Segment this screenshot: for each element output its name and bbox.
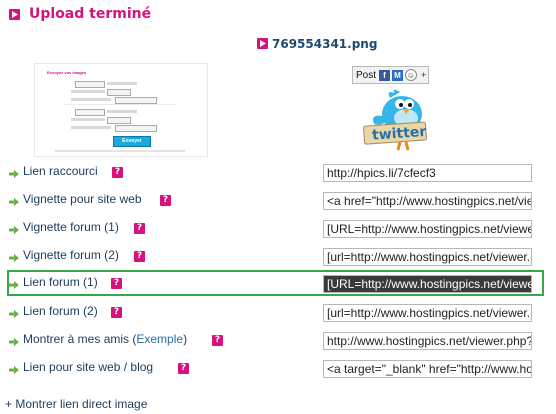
arrow-icon	[9, 338, 19, 346]
help-icon[interactable]: ?	[111, 307, 122, 318]
file-name[interactable]: 769554341.png	[272, 37, 377, 51]
thumbnail-send-button: Envoyer	[113, 136, 151, 147]
post-button[interactable]: Post	[353, 70, 379, 81]
row-label-forum-thumbnail-1: Vignette forum (1)	[23, 220, 119, 234]
image-thumbnail[interactable]: Envoyez vos images Envoyer	[34, 63, 208, 157]
help-icon[interactable]: ?	[134, 223, 145, 234]
show-direct-link[interactable]: + Montrer lien direct image	[5, 397, 147, 411]
help-icon[interactable]: ?	[212, 335, 223, 346]
row-label-forum-thumbnail-2: Vignette forum (2)	[23, 248, 119, 262]
arrow-icon	[9, 281, 19, 289]
header-bullet-icon	[9, 9, 20, 20]
show-friends-field[interactable]: http://www.hostingpics.net/viewer.php?id…	[323, 332, 532, 350]
thumbnail-browse-box	[75, 81, 105, 88]
help-icon[interactable]: ?	[112, 167, 123, 178]
help-icon[interactable]: ?	[134, 251, 145, 262]
row-label-show-friends: Montrer à mes amis (Exemple)	[23, 332, 187, 346]
row-label-website-blog: Lien pour site web / blog	[23, 360, 154, 374]
row-label-forum-link-1: Lien forum (1)	[23, 275, 98, 289]
help-icon[interactable]: ?	[111, 278, 122, 289]
row-label-website-thumbnail: Vignette pour site web	[23, 192, 142, 206]
example-link[interactable]: Exemple	[136, 332, 183, 346]
forum-thumbnail-1-field[interactable]: [URL=http://www.hostingpics.net/viewer.p…	[323, 220, 532, 238]
page-title: Upload terminé	[29, 6, 152, 22]
row-label-forum-link-2: Lien forum (2)	[23, 304, 98, 318]
twitter-bird-icon[interactable]: twitter	[360, 84, 432, 156]
help-icon[interactable]: ?	[160, 195, 171, 206]
paren-close: )	[183, 332, 188, 346]
short-link-field[interactable]: http://hpics.li/7cfecf3	[323, 164, 532, 182]
arrow-icon	[9, 198, 19, 206]
file-bullet-icon	[257, 38, 268, 49]
show-friends-label: Montrer à mes amis	[23, 332, 130, 346]
website-blog-field[interactable]: <a target="_blank" href="http://www.host…	[323, 360, 532, 378]
website-thumbnail-field[interactable]: <a href="http://www.hostingpics.net/view…	[323, 192, 532, 210]
share-bar: Post f M ☺ +	[352, 66, 430, 84]
arrow-icon	[9, 170, 19, 178]
arrow-icon	[9, 226, 19, 234]
arrow-icon	[9, 310, 19, 318]
row-label-short-link: Lien raccourci	[23, 164, 98, 178]
thumbnail-heading: Envoyez vos images	[47, 70, 87, 75]
forum-thumbnail-2-field[interactable]: [url=http://www.hostingpics.net/viewer.p…	[323, 248, 532, 266]
help-icon[interactable]: ?	[178, 363, 189, 374]
facebook-icon[interactable]: f	[379, 69, 391, 81]
more-share-icon[interactable]: +	[419, 70, 428, 80]
forum-link-2-field[interactable]: [url=http://www.hostingpics.net/viewer.p…	[323, 304, 532, 322]
arrow-icon	[9, 366, 19, 374]
smiley-icon[interactable]: ☺	[405, 69, 418, 81]
forum-link-1-field[interactable]: [URL=http://www.hostingpics.net/viewer.p…	[323, 275, 532, 293]
arrow-icon	[9, 254, 19, 262]
windows-live-icon[interactable]: M	[392, 69, 404, 81]
